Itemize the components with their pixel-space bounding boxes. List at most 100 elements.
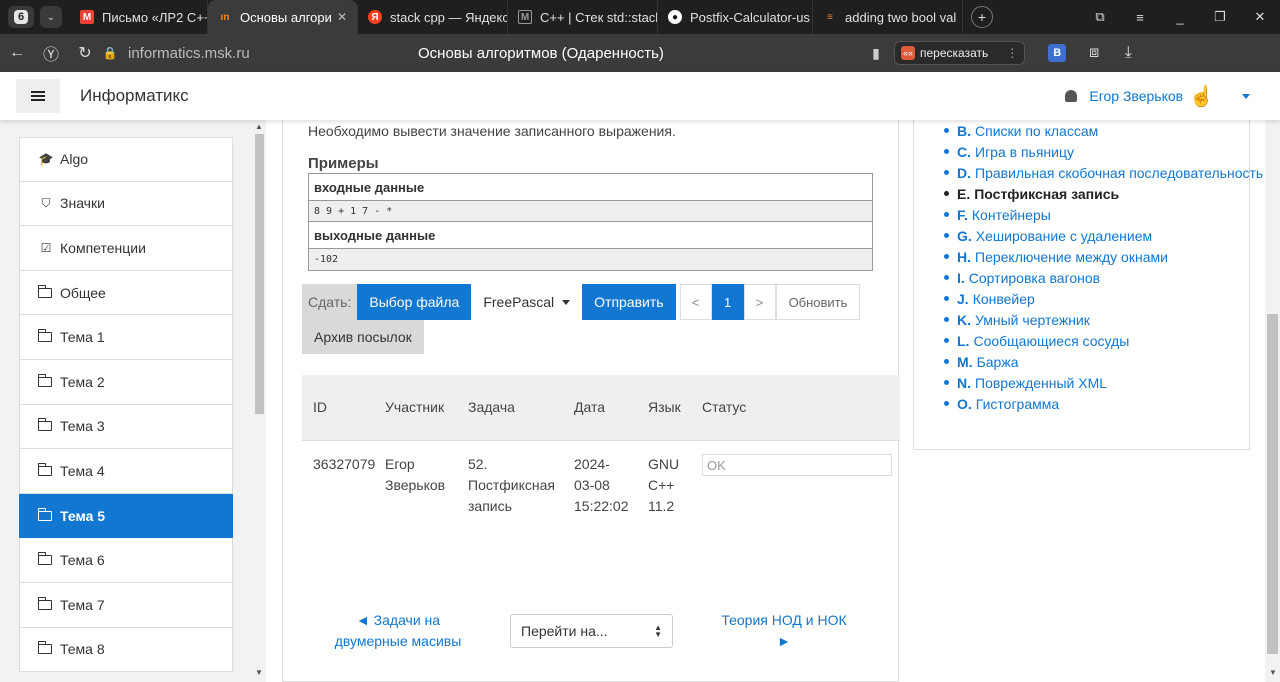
prev-topic-link[interactable]: ◄ Задачи на двумерные масивы (323, 610, 473, 652)
problem-name[interactable]: Конвейер (973, 291, 1035, 307)
problem-item[interactable]: M. Баржа (944, 351, 1263, 372)
problem-item[interactable]: N. Поврежденный XML (944, 372, 1263, 393)
problem-letter[interactable]: K. (957, 312, 971, 328)
sidebar-item[interactable]: Тема 5 (19, 493, 233, 539)
prev-link-line[interactable]: ◄ Задачи на (323, 610, 473, 631)
problem-letter[interactable]: I. (957, 270, 965, 286)
problem-letter[interactable]: M. (957, 354, 973, 370)
problem-item[interactable]: G. Хеширование с удалением (944, 225, 1263, 246)
problem-item[interactable]: O. Гистограмма (944, 393, 1263, 414)
tab-counter-button[interactable]: 6 (8, 6, 34, 28)
new-tab-plus-icon[interactable]: + (971, 6, 993, 28)
site-brand[interactable]: Информатикс (80, 86, 189, 106)
problem-letter[interactable]: G. (957, 228, 972, 244)
extensions-icon[interactable]: ⧈ (1077, 44, 1111, 62)
browser-tab-yandex[interactable]: Я stack cpp — Яндекс (358, 0, 508, 34)
caret-down-icon[interactable] (1242, 93, 1250, 99)
next-link-line[interactable]: ► (709, 631, 859, 652)
more-dots-icon[interactable]: ⋮ (1006, 46, 1018, 60)
menu-icon[interactable]: ≡ (1120, 10, 1160, 25)
problem-name[interactable]: Постфиксная запись (974, 186, 1119, 202)
page-scrollbar[interactable]: ▼ (1265, 72, 1280, 682)
scroll-down-icon[interactable]: ▼ (1269, 668, 1277, 677)
problem-letter[interactable]: E. (957, 186, 970, 202)
problem-item[interactable]: D. Правильная скобочная последовательност… (944, 162, 1263, 183)
back-arrow-icon[interactable]: ← (0, 44, 34, 62)
problem-name[interactable]: Игра в пьяницу (975, 144, 1074, 160)
reload-icon[interactable]: ↻ (68, 43, 102, 63)
sidebar-scroll-thumb[interactable] (255, 134, 264, 414)
sidebar-item[interactable]: ⛉ Значки (19, 181, 233, 227)
sidebar-item[interactable]: Тема 3 (19, 404, 233, 450)
problem-name[interactable]: Хеширование с удалением (976, 228, 1152, 244)
pagination-prev[interactable]: < (679, 284, 712, 320)
problem-item[interactable]: J. Конвейер (944, 288, 1263, 309)
problem-letter[interactable]: C. (957, 144, 971, 160)
browser-tab-github[interactable]: ● Postfix-Calculator-us (658, 0, 813, 34)
problem-letter[interactable]: F. (957, 207, 968, 223)
problem-letter[interactable]: O. (957, 396, 972, 412)
restore-icon[interactable]: ❐ (1200, 9, 1240, 25)
scroll-up-icon[interactable]: ▲ (255, 122, 263, 131)
problem-name[interactable]: Контейнеры (972, 207, 1051, 223)
problem-letter[interactable]: B. (957, 123, 971, 139)
browser-tab-stackoverflow[interactable]: ≡ adding two bool val (813, 0, 963, 34)
bell-icon[interactable] (1065, 90, 1078, 102)
problem-item[interactable]: E. Постфиксная запись (944, 183, 1263, 204)
jump-to-select[interactable]: Перейти на... ▲ ▼ (510, 614, 673, 648)
problem-item[interactable]: H. Переключение между окнами (944, 246, 1263, 267)
problem-item[interactable]: C. Игра в пьяницу (944, 141, 1263, 162)
pagination-next[interactable]: > (743, 284, 776, 320)
pagination-current[interactable]: 1 (711, 284, 744, 320)
sidebar-item[interactable]: Тема 1 (19, 315, 233, 360)
problem-item[interactable]: L. Сообщающиеся сосуды (944, 330, 1263, 351)
problem-name[interactable]: Баржа (977, 354, 1019, 370)
problem-name[interactable]: Поврежденный XML (975, 375, 1107, 391)
vk-icon[interactable]: В (1048, 44, 1067, 62)
problem-name[interactable]: Умный чертежник (975, 312, 1090, 328)
sidebar-item[interactable]: Тема 2 (19, 359, 233, 405)
menu-toggle-button[interactable] (16, 79, 60, 113)
close-window-icon[interactable]: ✕ (1240, 9, 1280, 25)
downloads-icon[interactable]: ⤓ (1111, 44, 1145, 62)
problem-letter[interactable]: N. (957, 375, 971, 391)
close-tab-icon[interactable]: ✕ (337, 10, 347, 24)
sidebar-item[interactable]: ☑ Компетенции (19, 226, 233, 271)
yandex-home-icon[interactable]: Ⓨ (34, 41, 68, 65)
problem-name[interactable]: Сортировка вагонов (969, 270, 1100, 286)
prev-link-line[interactable]: двумерные масивы (323, 631, 473, 652)
sidebar-item[interactable]: 🎓 Algo (19, 137, 233, 182)
refresh-button[interactable]: Обновить (775, 284, 861, 320)
submission-id[interactable]: 36327079 (302, 454, 385, 475)
page-scroll-thumb[interactable] (1267, 314, 1278, 654)
browser-tab-metanit[interactable]: M C++ | Стек std::stack (508, 0, 658, 34)
sidebar-item[interactable]: Общее (19, 270, 233, 316)
user-menu[interactable]: Егор Зверьков ☝ (1065, 72, 1250, 120)
tab-list-chevron-icon[interactable]: ⌄ (40, 6, 62, 28)
sidebar-item[interactable]: Тема 8 (19, 627, 233, 673)
problem-name[interactable]: Гистограмма (976, 396, 1059, 412)
problem-letter[interactable]: D. (957, 165, 971, 181)
sidebar-item[interactable]: Тема 7 (19, 582, 233, 628)
archive-button[interactable]: Архив посылок (302, 320, 424, 354)
url-field[interactable]: informatics.msk.ru (128, 45, 418, 62)
retell-button[interactable]: «« пересказать ⋮ (894, 41, 1026, 65)
next-link-line[interactable]: Теория НОД и НОК (709, 610, 859, 631)
choose-file-button[interactable]: Выбор файла (357, 284, 472, 320)
send-button[interactable]: Отправить (582, 284, 676, 320)
language-select[interactable]: FreePascal (471, 284, 583, 320)
table-row[interactable]: 36327079 Егор Зверьков 52. Постфиксная з… (302, 441, 900, 517)
sidebar-scrollbar[interactable]: ▲ ▼ (253, 120, 266, 682)
browser-tab-mail[interactable]: M Письмо «ЛР2 С++» (70, 0, 208, 34)
scroll-down-icon[interactable]: ▼ (255, 668, 263, 677)
minimize-icon[interactable]: _ (1160, 10, 1200, 25)
problem-letter[interactable]: L. (957, 333, 969, 349)
collections-icon[interactable]: ⧉ (1080, 9, 1120, 25)
sidebar-item[interactable]: Тема 6 (19, 538, 233, 583)
problem-item[interactable]: B. Списки по классам (944, 120, 1263, 141)
browser-tab-informatics[interactable]: ın Основы алгоритмов ✕ (208, 0, 358, 34)
problem-item[interactable]: F. Контейнеры (944, 204, 1263, 225)
problem-item[interactable]: I. Сортировка вагонов (944, 267, 1263, 288)
problem-name[interactable]: Списки по классам (975, 123, 1098, 139)
problem-name[interactable]: Правильная скобочная последовательность (975, 165, 1263, 181)
